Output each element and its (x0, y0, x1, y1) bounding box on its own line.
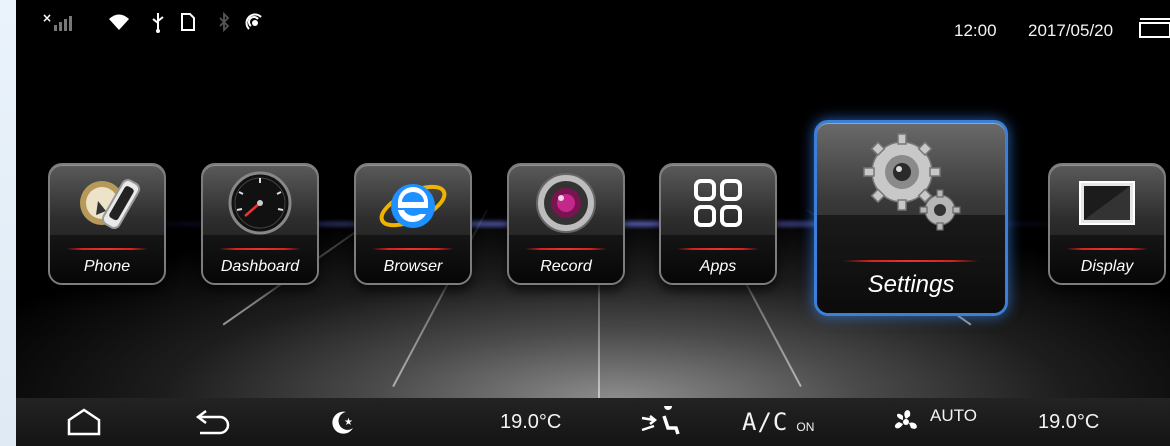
fan-mode: AUTO (930, 406, 977, 425)
app-tile-browser[interactable]: Browser (354, 163, 472, 285)
wifi-icon (106, 10, 132, 34)
svg-text:★: ★ (344, 417, 353, 428)
app-tile-dashboard[interactable]: Dashboard (201, 163, 319, 285)
climate-bar: ★ 19.0°C A/C ON AUTO 19.0°C (16, 398, 1170, 446)
airflow-button[interactable] (640, 406, 682, 438)
moon-star-icon: ★ (332, 411, 353, 434)
status-time: 12:00 (954, 21, 997, 40)
app-label: Settings (867, 271, 955, 298)
home-button[interactable] (66, 406, 102, 438)
status-bar: × 12:00 2017/05/20 (16, 0, 1170, 44)
fan-icon (894, 410, 917, 429)
svg-text:×: × (42, 11, 52, 25)
gears-icon (817, 123, 1005, 243)
back-button[interactable] (194, 406, 232, 438)
night-mode-button[interactable]: ★ (330, 406, 356, 438)
hotspot-icon (242, 10, 268, 34)
ac-toggle[interactable]: A/C ON (742, 406, 814, 438)
back-icon (195, 410, 230, 435)
bluetooth-icon (216, 10, 232, 34)
camera-lens-icon (509, 165, 623, 240)
app-grid-icon (661, 165, 775, 240)
ac-label: A/C (742, 408, 789, 436)
app-label: Phone (83, 258, 131, 275)
speedometer-icon (203, 165, 317, 240)
car-head-unit-screen: × 12:00 2017/05/20 Phone Dashboard Brows… (16, 0, 1170, 446)
app-label: Apps (699, 258, 737, 275)
internet-explorer-icon (356, 165, 470, 240)
app-tile-apps[interactable]: Apps (659, 163, 777, 285)
left-border (0, 0, 16, 446)
app-label: Record (540, 258, 592, 275)
app-tile-phone[interactable]: Phone (48, 163, 166, 285)
home-icon (67, 408, 101, 436)
app-tile-settings[interactable]: Settings (814, 120, 1008, 316)
airflow-seat-icon (641, 406, 680, 435)
left-temperature[interactable]: 19.0°C (500, 406, 561, 438)
sd-card-icon (178, 10, 198, 34)
app-label: Browser (383, 258, 443, 275)
display-icon (1050, 165, 1164, 240)
app-label: Dashboard (220, 258, 300, 275)
app-label: Display (1080, 258, 1134, 275)
app-tile-record[interactable]: Record (507, 163, 625, 285)
no-signal-icon: × (42, 10, 78, 34)
ac-state: ON (796, 420, 815, 434)
window-icon[interactable] (1138, 16, 1170, 40)
fan-auto-button[interactable]: AUTO (886, 406, 977, 438)
right-temperature[interactable]: 19.0°C (1038, 406, 1099, 438)
usb-icon (150, 10, 166, 34)
phone-icon (50, 165, 164, 240)
app-tile-display[interactable]: Display (1048, 163, 1166, 285)
status-date: 2017/05/20 (1028, 21, 1114, 40)
